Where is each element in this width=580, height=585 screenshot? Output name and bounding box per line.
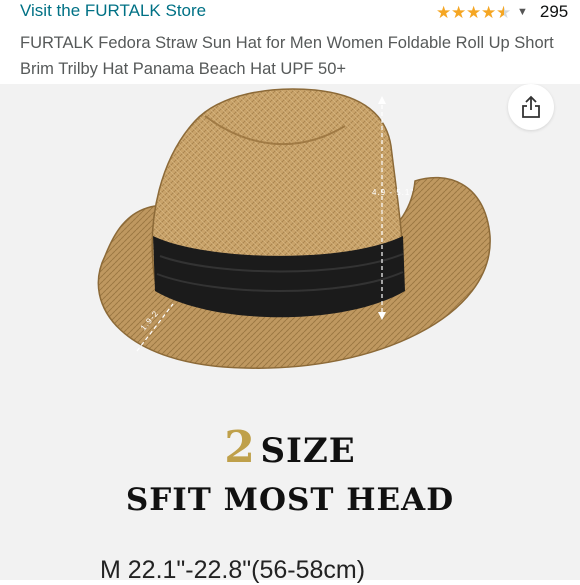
- height-measurement: 4.9 - 5.1": [372, 188, 415, 197]
- share-button[interactable]: [508, 84, 554, 130]
- hat-illustration: [97, 88, 491, 369]
- share-icon: [522, 95, 540, 118]
- product-header: Visit the FURTALK Store ★ ★ ★ ★ ★ ▼ 295 …: [0, 0, 580, 84]
- product-title: FURTALK Fedora Straw Sun Hat for Men Wom…: [20, 34, 554, 78]
- star-icon: ★: [451, 2, 467, 22]
- store-link[interactable]: Visit the FURTALK Store: [20, 1, 206, 21]
- size-heading: 2 SIZE: [0, 422, 580, 473]
- star-icon: ★: [481, 2, 497, 22]
- star-icon: ★: [466, 2, 482, 22]
- fit-text: SFIT MOST HEAD: [125, 482, 455, 518]
- chevron-down-icon[interactable]: ▼: [517, 6, 528, 18]
- review-count[interactable]: 295: [540, 2, 568, 22]
- size-number: 2: [224, 422, 255, 473]
- star-rating: ★ ★ ★ ★ ★: [436, 4, 511, 21]
- dimension-text: M 22.1"-22.8"(56-58cm): [100, 556, 366, 584]
- rating-summary[interactable]: ★ ★ ★ ★ ★ ▼ 295: [436, 2, 568, 22]
- size-word: SIZE: [260, 431, 356, 471]
- star-icon: ★: [436, 2, 452, 22]
- star-half-icon: ★: [496, 2, 512, 22]
